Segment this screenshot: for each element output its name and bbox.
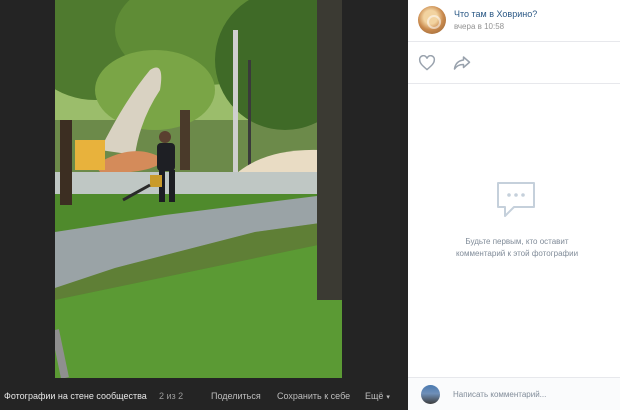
share-arrow-icon[interactable] <box>453 55 471 76</box>
empty-comments-message: Будьте первым, кто оставит комментарий к… <box>408 236 620 260</box>
post-actions <box>408 42 620 84</box>
more-menu[interactable]: Ещё ▾ <box>365 391 390 401</box>
group-avatar[interactable] <box>418 6 446 34</box>
album-link[interactable]: Фотографии на стене сообщества <box>4 391 147 401</box>
comment-bubble-icon <box>494 180 538 225</box>
comment-bar: Написать комментарий... <box>408 377 620 410</box>
save-link[interactable]: Сохранить к себе <box>277 391 350 401</box>
heart-icon[interactable] <box>418 54 436 76</box>
empty-line-2: комментарий к этой фотографии <box>455 249 579 258</box>
more-label: Ещё <box>365 391 384 401</box>
comment-input[interactable]: Написать комментарий... <box>453 390 546 399</box>
park-photo-image <box>55 0 342 378</box>
empty-line-1: Будьте первым, кто оставит <box>465 237 569 246</box>
post-header: Что там в Ховрино? вчера в 10:58 <box>408 0 620 42</box>
photo-footer: Фотографии на стене сообщества 2 из 2 По… <box>0 378 408 410</box>
side-panel: Что там в Ховрино? вчера в 10:58 Будьте … <box>408 0 620 410</box>
photo-viewer: Фотографии на стене сообщества 2 из 2 По… <box>0 0 408 410</box>
photo-counter: 2 из 2 <box>159 391 184 401</box>
group-name-link[interactable]: Что там в Ховрино? <box>454 9 537 19</box>
post-time[interactable]: вчера в 10:58 <box>454 22 504 31</box>
photo[interactable] <box>55 0 342 378</box>
share-link[interactable]: Поделиться <box>211 391 261 401</box>
user-avatar <box>421 385 440 404</box>
chevron-down-icon: ▾ <box>386 394 390 401</box>
